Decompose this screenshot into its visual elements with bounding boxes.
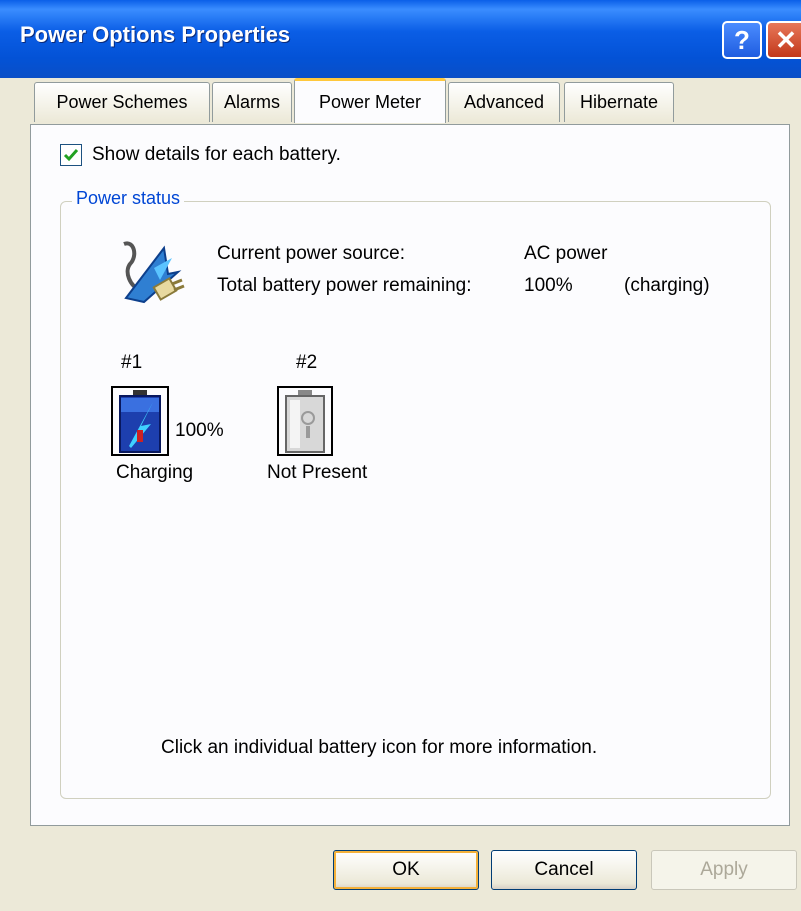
current-source-value: AC power: [524, 243, 608, 264]
total-remaining-value: 100%: [524, 275, 573, 296]
battery-2-number: #2: [296, 352, 318, 373]
battery-hint-text: Click an individual battery icon for mor…: [161, 737, 598, 758]
tab-power-meter[interactable]: Power Meter: [294, 78, 446, 123]
total-remaining-status: (charging): [624, 275, 710, 296]
battery-1-status: Charging: [116, 462, 194, 483]
power-status-title: Power status: [72, 188, 185, 209]
total-remaining-label: Total battery power remaining:: [217, 275, 472, 296]
cancel-button[interactable]: Cancel: [491, 850, 637, 890]
close-button[interactable]: ✕: [766, 21, 801, 59]
checkmark-icon: [63, 149, 79, 162]
tab-advanced[interactable]: Advanced: [448, 82, 560, 122]
show-details-label[interactable]: Show details for each battery.: [92, 144, 341, 166]
tab-hibernate[interactable]: Hibernate: [564, 82, 674, 122]
battery-1-number: #1: [121, 352, 143, 373]
power-options-window: Power Options Properties ? ✕ Power Schem…: [0, 0, 801, 911]
tab-power-schemes[interactable]: Power Schemes: [34, 82, 210, 122]
tab-strip: Power Schemes Alarms Power Meter Advance…: [30, 78, 790, 126]
battery-2-status: Not Present: [267, 462, 368, 483]
apply-button[interactable]: Apply: [651, 850, 797, 890]
ok-button[interactable]: OK: [333, 850, 479, 890]
title-bar[interactable]: Power Options Properties ? ✕: [0, 0, 801, 78]
show-details-checkbox[interactable]: [60, 144, 82, 166]
battery-1-percent: 100%: [175, 420, 224, 441]
current-source-label: Current power source:: [217, 243, 405, 264]
battery-2-icon[interactable]: [277, 386, 333, 456]
window-title: Power Options Properties: [20, 22, 291, 47]
ac-power-plug-icon: [123, 241, 185, 304]
battery-1-icon[interactable]: [111, 386, 169, 456]
help-button[interactable]: ?: [722, 21, 762, 59]
tab-alarms[interactable]: Alarms: [212, 82, 292, 122]
